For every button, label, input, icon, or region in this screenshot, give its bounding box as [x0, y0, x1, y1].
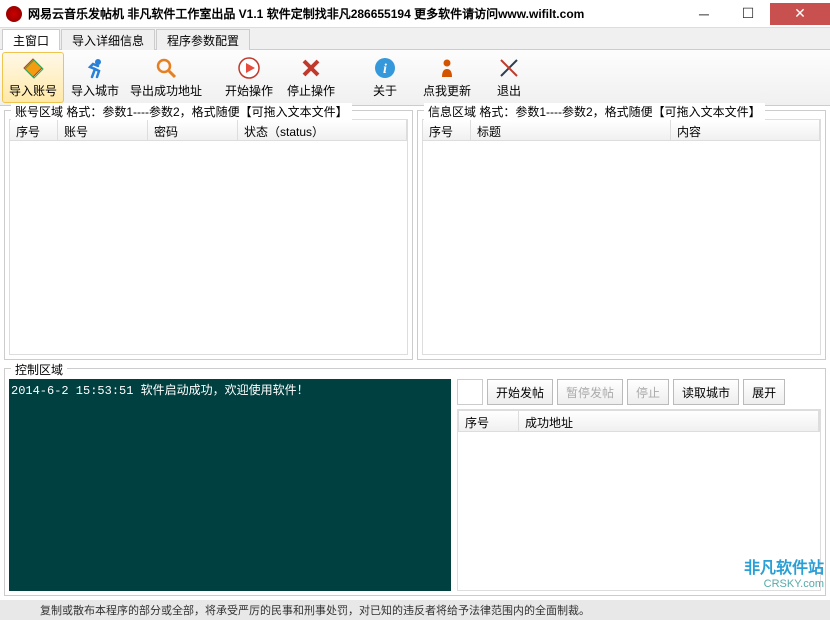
pause-post-button[interactable]: 暂停发帖: [557, 379, 623, 405]
read-city-button[interactable]: 读取城市: [673, 379, 739, 405]
search-icon: [154, 56, 178, 80]
col-account[interactable]: 账号: [58, 120, 148, 140]
runner-icon: [83, 56, 107, 80]
col-index[interactable]: 序号: [423, 120, 471, 140]
close-button[interactable]: ✕: [770, 3, 830, 25]
import-city-button[interactable]: 导入城市: [64, 52, 126, 103]
control-panel-title: 控制区域: [11, 361, 67, 378]
account-list-header: 序号 账号 密码 状态（status）: [9, 119, 408, 141]
diamond-icon: [21, 56, 45, 80]
info-list-body[interactable]: [422, 141, 821, 355]
col-index[interactable]: 序号: [459, 411, 519, 431]
account-panel: 账号区域 格式：参数1----参数2，格式随便【可拖入文本文件】 序号 账号 密…: [4, 110, 413, 360]
export-success-button[interactable]: 导出成功地址: [126, 52, 206, 103]
x-icon: [299, 56, 323, 80]
window-controls: ─ ☐ ✕: [682, 3, 830, 25]
stop-op-button[interactable]: 停止操作: [280, 52, 342, 103]
info-panel-title: 信息区域 格式：参数1----参数2，格式随便【可拖入文本文件】: [424, 103, 765, 120]
import-account-button[interactable]: 导入账号: [2, 52, 64, 103]
tab-main[interactable]: 主窗口: [2, 29, 60, 50]
svg-text:i: i: [383, 62, 387, 77]
col-status[interactable]: 状态（status）: [238, 120, 407, 140]
tab-import-detail[interactable]: 导入详细信息: [61, 29, 155, 50]
cross-swords-icon: [497, 56, 521, 80]
maximize-button[interactable]: ☐: [726, 3, 770, 25]
start-post-button[interactable]: 开始发帖: [487, 379, 553, 405]
tabstrip: 主窗口 导入详细信息 程序参数配置: [0, 28, 830, 50]
col-title[interactable]: 标题: [471, 120, 671, 140]
watermark: 非凡软件站 CRSKY.com: [744, 554, 824, 590]
info-icon: i: [373, 56, 397, 80]
col-success-addr[interactable]: 成功地址: [519, 411, 819, 431]
window-title: 网易云音乐发帖机 非凡软件工作室出品 V1.1 软件定制找非凡286655194…: [28, 5, 584, 22]
console-output[interactable]: 2014-6-2 15:53:51 软件启动成功，欢迎使用软件！: [9, 379, 451, 591]
minimize-button[interactable]: ─: [682, 3, 726, 25]
col-index[interactable]: 序号: [10, 120, 58, 140]
play-icon: [237, 56, 261, 80]
account-panel-title: 账号区域 格式：参数1----参数2，格式随便【可拖入文本文件】: [11, 103, 352, 120]
about-button[interactable]: i 关于: [354, 52, 416, 103]
col-content[interactable]: 内容: [671, 120, 820, 140]
expand-button[interactable]: 展开: [743, 379, 785, 405]
info-panel: 信息区域 格式：参数1----参数2，格式随便【可拖入文本文件】 序号 标题 内…: [417, 110, 826, 360]
app-icon: [6, 6, 22, 22]
update-button[interactable]: 点我更新: [416, 52, 478, 103]
info-list-header: 序号 标题 内容: [422, 119, 821, 141]
footer-text: 复制或散布本程序的部分或全部，将承受严厉的民事和刑事处罚，对已知的违反者将给予法…: [0, 600, 830, 620]
titlebar: 网易云音乐发帖机 非凡软件工作室出品 V1.1 软件定制找非凡286655194…: [0, 0, 830, 28]
person-icon: [435, 56, 459, 80]
status-square: [457, 379, 483, 405]
tab-config[interactable]: 程序参数配置: [156, 29, 250, 50]
start-op-button[interactable]: 开始操作: [218, 52, 280, 103]
account-list-body[interactable]: [9, 141, 408, 355]
toolbar: 导入账号 导入城市 导出成功地址 开始操作 停止操作 i 关于 点我更新 退出: [0, 50, 830, 106]
col-password[interactable]: 密码: [148, 120, 238, 140]
control-panel: 控制区域 2014-6-2 15:53:51 软件启动成功，欢迎使用软件！ 开始…: [4, 368, 826, 596]
exit-button[interactable]: 退出: [478, 52, 540, 103]
stop-button[interactable]: 停止: [627, 379, 669, 405]
